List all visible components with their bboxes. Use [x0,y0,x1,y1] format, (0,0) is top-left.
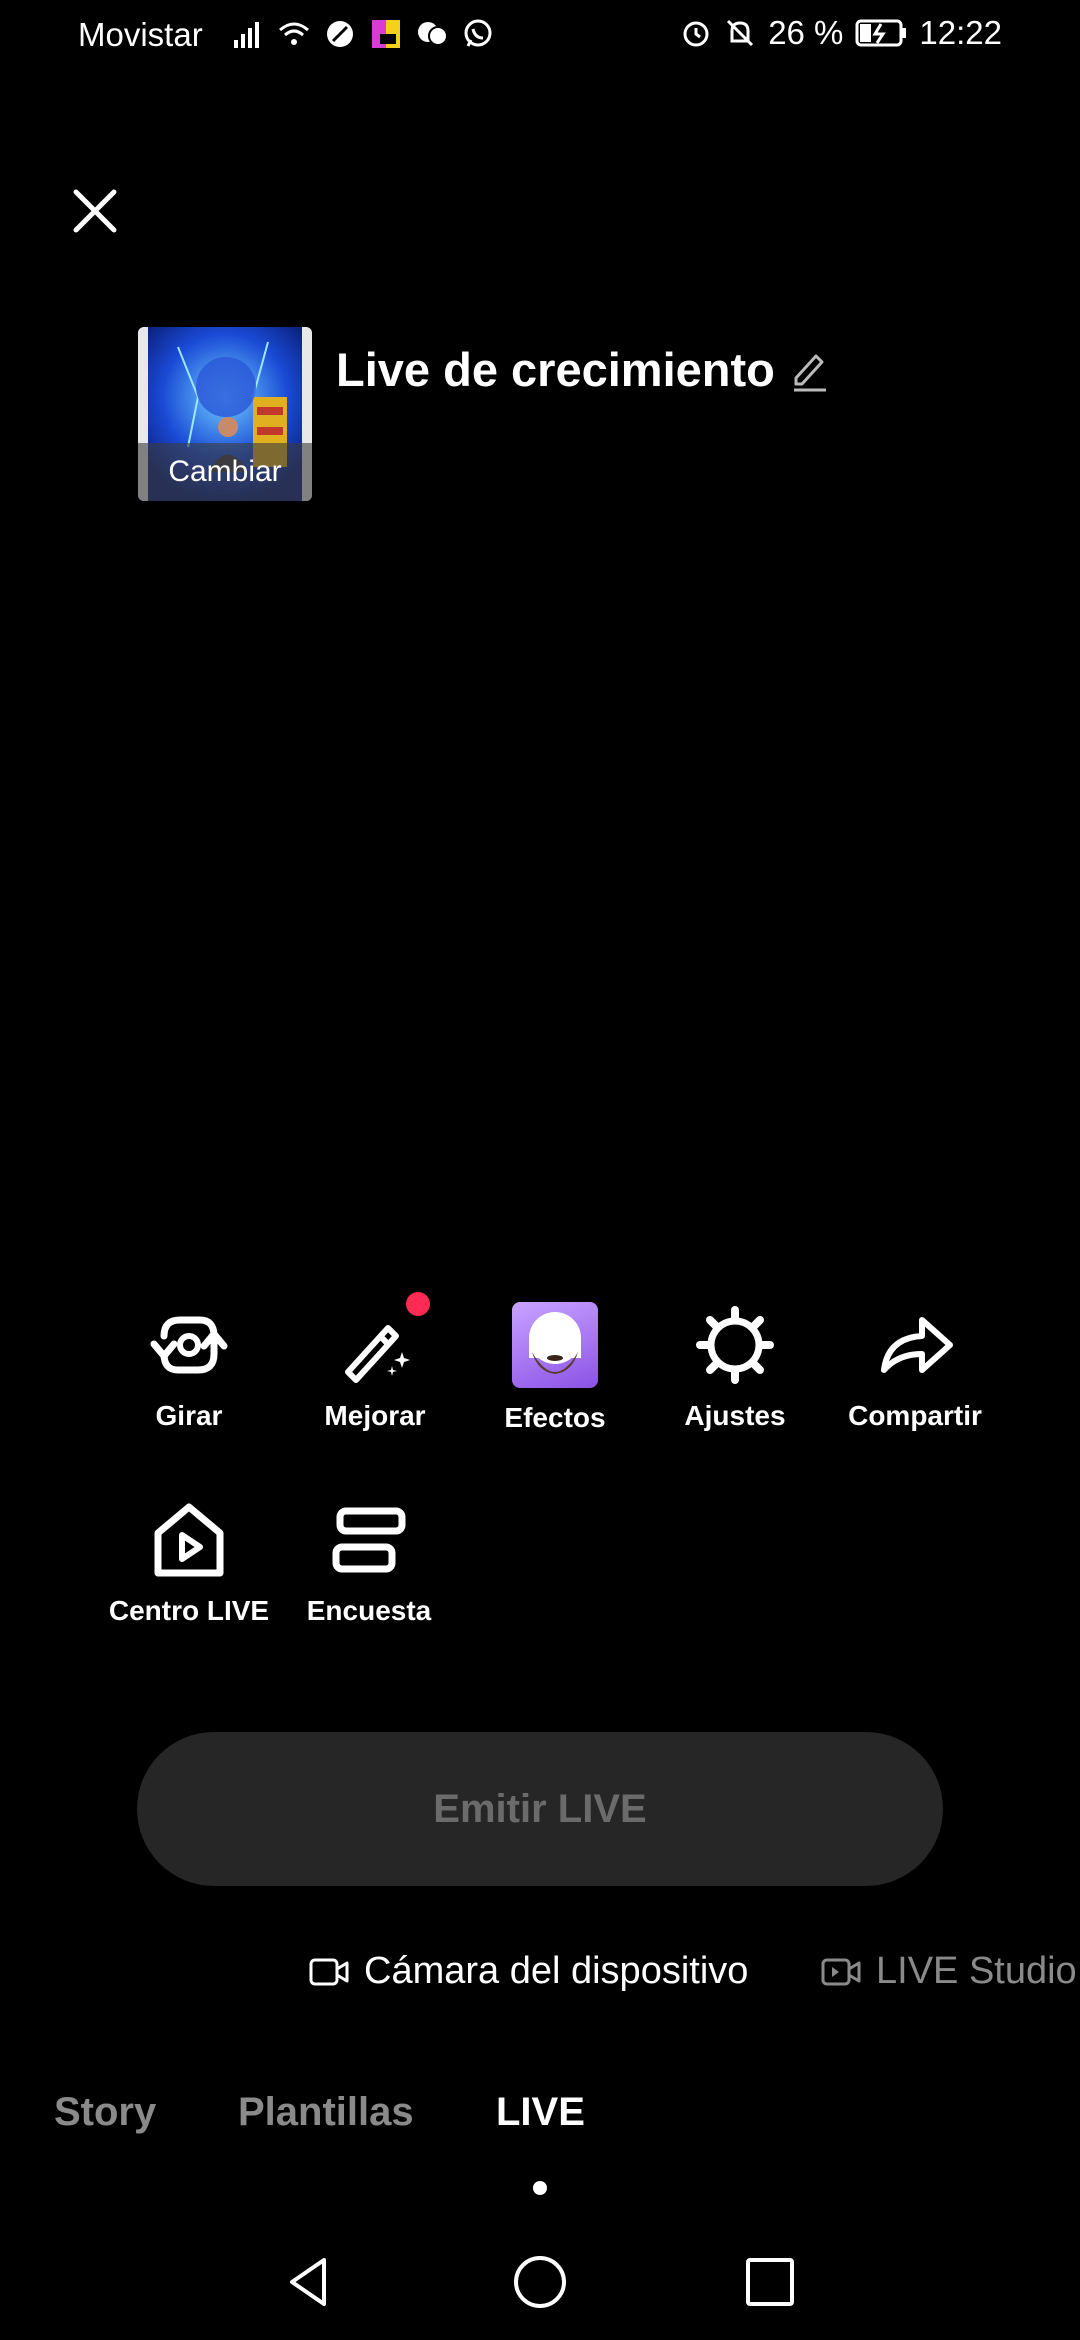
alarm-icon [683,21,709,47]
tool-effects[interactable]: Efectos [465,1300,645,1434]
tool-settings[interactable]: Ajustes [645,1300,825,1432]
video-camera-icon [821,1958,861,1985]
home-nav-icon[interactable] [510,2252,570,2312]
source-device-camera[interactable]: Cámara del dispositivo [308,1950,748,1993]
status-icons-right: 26 % 12:22 [680,14,1002,52]
app-notification-icon [372,20,400,48]
active-tab-indicator [533,2181,547,2195]
video-camera-icon [309,1958,349,1985]
source-label: Cámara del dispositivo [364,1950,749,1992]
go-live-button[interactable]: Emitir LIVE [137,1732,943,1886]
wifi-icon [279,22,309,45]
battery-percent: 26 % [768,14,844,51]
location-off-icon [327,21,353,47]
source-label: LIVE Studio [876,1950,1077,1992]
clock-time: 12:22 [919,14,1002,51]
live-center-icon [154,1503,224,1577]
tool-live-center[interactable]: Centro LIVE [99,1495,279,1627]
flip-camera-icon [150,1316,228,1374]
poll-icon [332,1507,406,1573]
tab-live[interactable]: LIVE [496,2090,585,2135]
tab-templates[interactable]: Plantillas [238,2090,414,2135]
carrier-name: Movistar [78,16,203,53]
tool-label: Ajustes [684,1400,786,1431]
mute-bell-icon [727,19,754,47]
tool-label: Compartir [848,1400,982,1431]
change-cover-label: Cambiar [138,443,312,501]
battery-charging-icon [855,19,907,47]
close-icon[interactable] [68,184,122,238]
signal-icon [234,22,259,48]
effects-thumbnail [512,1302,598,1388]
status-icons-left [232,18,494,50]
new-badge-dot [406,1292,430,1316]
tool-poll[interactable]: Encuesta [279,1495,459,1627]
live-title[interactable]: Live de crecimiento [336,342,775,397]
tool-label: Efectos [504,1402,606,1433]
chat-app-icon [418,22,448,46]
tab-story[interactable]: Story [54,2090,156,2135]
magic-wand-icon [345,1325,410,1383]
status-bar: Movistar 26 % 12:22 [0,0,1080,72]
source-live-studio[interactable]: LIVE Studio [820,1950,1077,1993]
back-nav-icon[interactable] [280,2252,340,2312]
share-arrow-icon [881,1317,953,1373]
tool-label: Encuesta [306,1595,432,1626]
tool-flip[interactable]: Girar [99,1300,279,1432]
whatsapp-icon [464,19,492,47]
tool-label: Girar [155,1400,223,1431]
recents-nav-icon[interactable] [740,2252,800,2312]
tool-enhance[interactable]: Mejorar [285,1292,465,1432]
live-cover-image[interactable]: Cambiar [138,327,312,501]
gear-icon [696,1306,774,1384]
live-setup-screen: Movistar 26 % 12:22 Cambiar Live de crec… [0,0,1080,2340]
tool-label: Mejorar [324,1400,426,1431]
tool-share[interactable]: Compartir [825,1300,1005,1432]
tool-label: Centro LIVE [108,1595,270,1626]
face-effect-icon [529,1312,581,1374]
edit-pencil-icon[interactable] [790,348,830,392]
